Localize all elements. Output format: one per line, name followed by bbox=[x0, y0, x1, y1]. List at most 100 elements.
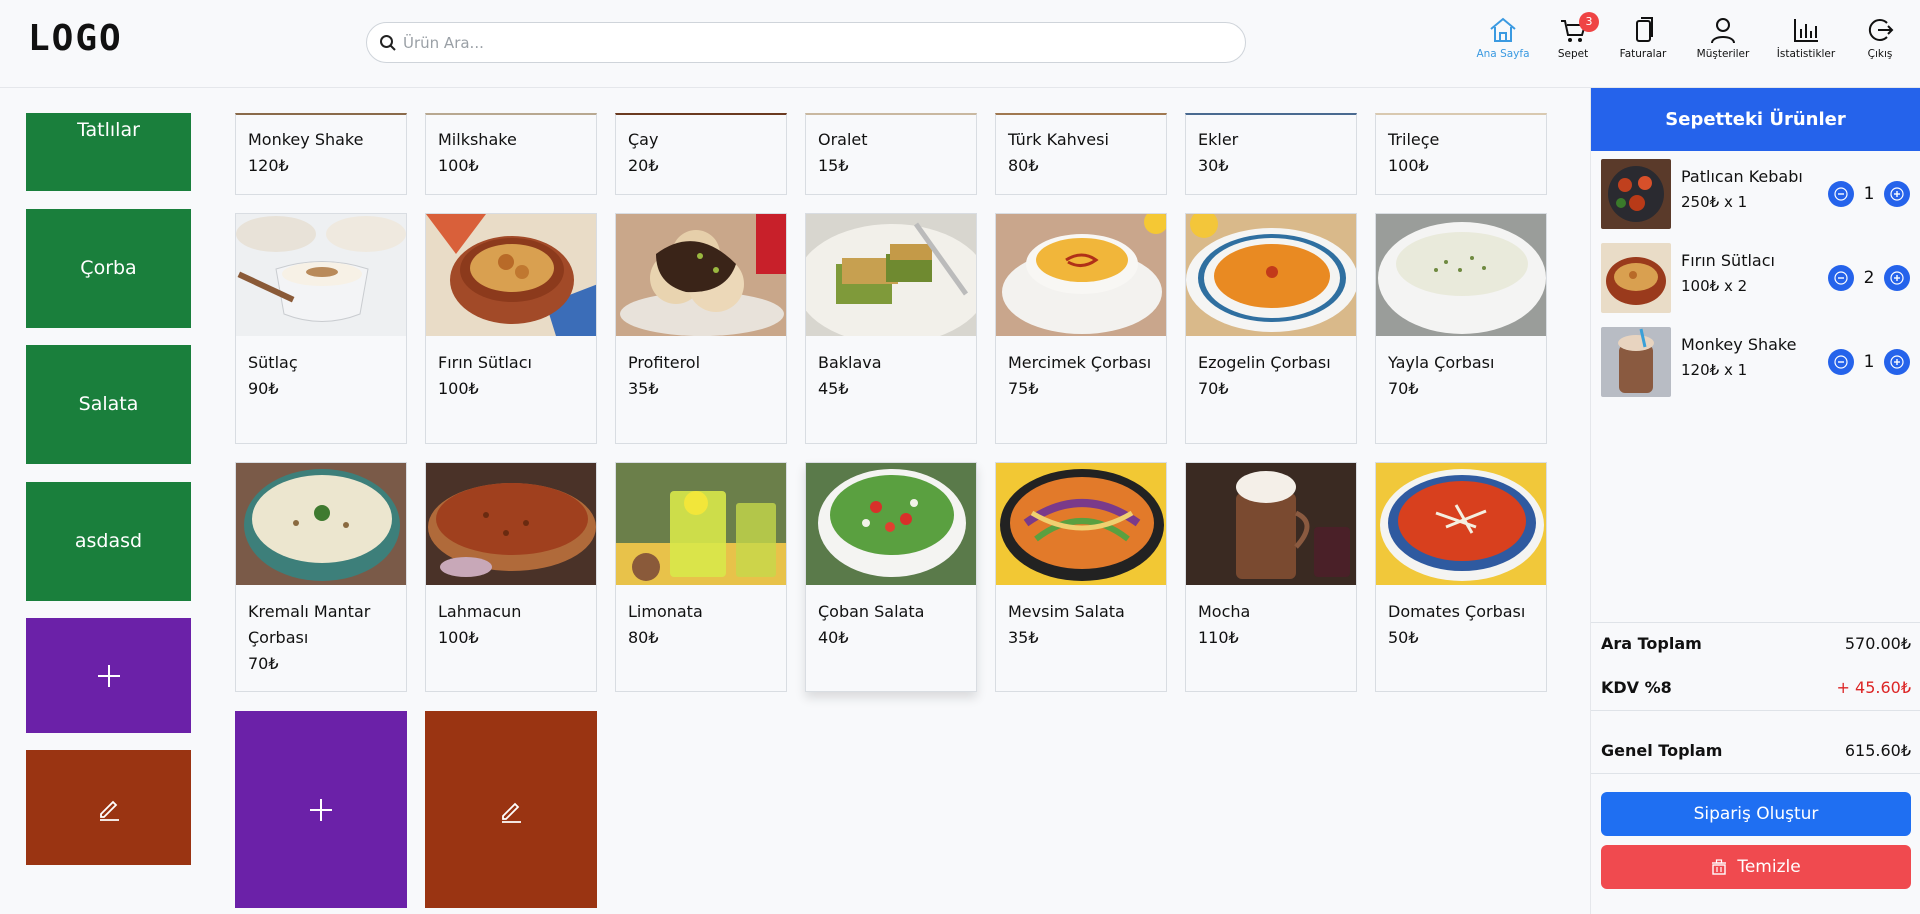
product-card[interactable]: Milkshake 100₺ bbox=[425, 113, 597, 195]
product-name: Mevsim Salata bbox=[1008, 602, 1125, 621]
product-card[interactable]: Mevsim Salata 35₺ bbox=[995, 462, 1167, 692]
product-price: 100₺ bbox=[438, 156, 479, 175]
subtotal-row: Ara Toplam 570.00₺ bbox=[1601, 634, 1911, 658]
product-card[interactable]: Çay 20₺ bbox=[615, 113, 787, 195]
nav-cart[interactable]: 3 Sepet bbox=[1533, 12, 1613, 60]
product-card[interactable]: Yayla Çorbası 70₺ bbox=[1375, 213, 1547, 444]
minus-icon bbox=[1834, 355, 1848, 369]
category-label: Salata bbox=[78, 393, 139, 415]
increase-qty-button[interactable] bbox=[1884, 181, 1910, 207]
product-name: Monkey Shake bbox=[248, 130, 364, 149]
subtotal-value: 570.00₺ bbox=[1844, 634, 1911, 653]
increase-qty-button[interactable] bbox=[1884, 349, 1910, 375]
nav-logout[interactable]: Çıkış bbox=[1840, 16, 1920, 60]
divider bbox=[1591, 710, 1920, 711]
product-price: 50₺ bbox=[1388, 628, 1419, 647]
product-name: Milkshake bbox=[438, 130, 517, 149]
trash-icon bbox=[1712, 859, 1727, 875]
product-card[interactable]: Türk Kahvesi 80₺ bbox=[995, 113, 1167, 195]
nav-statistics[interactable]: İstatistikler bbox=[1766, 16, 1846, 60]
product-name: Limonata bbox=[628, 602, 703, 621]
product-price: 15₺ bbox=[818, 156, 849, 175]
add-category-button[interactable] bbox=[26, 618, 191, 733]
edit-icon bbox=[99, 800, 119, 821]
product-image bbox=[236, 214, 406, 336]
cart-item-qty: 1 bbox=[1863, 184, 1875, 204]
subtotal-label: Ara Toplam bbox=[1601, 634, 1702, 653]
cart-item-detail: 120₺ x 1 bbox=[1681, 361, 1748, 379]
cart-panel: Sepetteki Ürünler Patlıcan Kebabı 250₺ x… bbox=[1590, 88, 1920, 914]
increase-qty-button[interactable] bbox=[1884, 265, 1910, 291]
create-order-label: Sipariş Oluştur bbox=[1693, 804, 1819, 824]
product-name: Ezogelin Çorbası bbox=[1198, 353, 1331, 372]
home-icon bbox=[1490, 17, 1516, 42]
nav-home[interactable]: Ana Sayfa bbox=[1463, 16, 1543, 60]
nav-invoices[interactable]: Faturalar bbox=[1603, 16, 1683, 60]
product-price: 70₺ bbox=[1388, 379, 1419, 398]
logo: LOGO bbox=[28, 18, 123, 59]
edit-category-button[interactable] bbox=[26, 750, 191, 865]
cart-item-qty: 2 bbox=[1863, 268, 1875, 288]
product-price: 40₺ bbox=[818, 628, 849, 647]
product-card[interactable]: Sütlaç 90₺ bbox=[235, 213, 407, 444]
product-card[interactable]: Mocha 110₺ bbox=[1185, 462, 1357, 692]
product-name: Çay bbox=[628, 130, 659, 149]
create-order-button[interactable]: Sipariş Oluştur bbox=[1601, 792, 1911, 836]
plus-icon bbox=[310, 798, 332, 821]
divider bbox=[1591, 622, 1920, 623]
product-card[interactable]: Ezogelin Çorbası 70₺ bbox=[1185, 213, 1357, 444]
cart-item-image bbox=[1601, 327, 1671, 397]
product-price: 30₺ bbox=[1198, 156, 1229, 175]
product-price: 20₺ bbox=[628, 156, 659, 175]
cart-item: Monkey Shake 120₺ x 1 1 bbox=[1601, 327, 1911, 399]
product-name: Domates Çorbası bbox=[1388, 602, 1526, 621]
cart-item-image bbox=[1601, 243, 1671, 313]
product-name: Mercimek Çorbası bbox=[1008, 353, 1152, 372]
product-card[interactable]: Mercimek Çorbası 75₺ bbox=[995, 213, 1167, 444]
product-card[interactable]: Profiterol 35₺ bbox=[615, 213, 787, 444]
tax-row: KDV %8 + 45.60₺ bbox=[1601, 678, 1911, 702]
tax-label: KDV %8 bbox=[1601, 678, 1672, 697]
edit-icon bbox=[502, 802, 521, 823]
product-card[interactable]: Limonata 80₺ bbox=[615, 462, 787, 692]
product-card[interactable]: Domates Çorbası 50₺ bbox=[1375, 462, 1547, 692]
minus-icon bbox=[1834, 271, 1848, 285]
product-image bbox=[806, 463, 976, 585]
search-input[interactable] bbox=[403, 31, 1223, 55]
decrease-qty-button[interactable] bbox=[1828, 181, 1854, 207]
product-name: Mocha bbox=[1198, 602, 1251, 621]
nav-customers-label: Müşteriler bbox=[1696, 48, 1750, 60]
add-product-button[interactable] bbox=[235, 711, 407, 908]
product-card[interactable]: Ekler 30₺ bbox=[1185, 113, 1357, 195]
cart-badge: 3 bbox=[1579, 12, 1599, 32]
product-name: Trileçe bbox=[1388, 130, 1440, 149]
product-card[interactable]: Fırın Sütlacı 100₺ bbox=[425, 213, 597, 444]
product-card[interactable]: Kremalı Mantar Çorbası 70₺ bbox=[235, 462, 407, 692]
nav-home-label: Ana Sayfa bbox=[1476, 48, 1530, 60]
product-card[interactable]: Çoban Salata 40₺ bbox=[805, 462, 977, 692]
search-icon bbox=[380, 35, 396, 51]
product-card[interactable]: Trileçe 100₺ bbox=[1375, 113, 1547, 195]
plus-icon bbox=[1890, 271, 1904, 285]
product-card[interactable]: Monkey Shake 120₺ bbox=[235, 113, 407, 195]
plus-icon bbox=[1890, 355, 1904, 369]
product-price: 75₺ bbox=[1008, 379, 1039, 398]
product-name: Lahmacun bbox=[438, 602, 522, 621]
total-label: Genel Toplam bbox=[1601, 741, 1723, 760]
decrease-qty-button[interactable] bbox=[1828, 265, 1854, 291]
category-label: Tatlılar bbox=[77, 119, 140, 141]
category-asdasd[interactable]: asdasd bbox=[26, 482, 191, 601]
product-card[interactable]: Lahmacun 100₺ bbox=[425, 462, 597, 692]
category-tatlilar[interactable]: Tatlılar bbox=[26, 113, 191, 191]
clear-cart-button[interactable]: Temizle bbox=[1601, 845, 1911, 889]
category-salata[interactable]: Salata bbox=[26, 345, 191, 464]
edit-product-button[interactable] bbox=[425, 711, 597, 908]
search-bar[interactable] bbox=[366, 22, 1246, 63]
nav-logout-label: Çıkış bbox=[1867, 48, 1893, 60]
cart-title: Sepetteki Ürünler bbox=[1591, 88, 1920, 151]
product-card[interactable]: Oralet 15₺ bbox=[805, 113, 977, 195]
category-corba[interactable]: Çorba bbox=[26, 209, 191, 328]
decrease-qty-button[interactable] bbox=[1828, 349, 1854, 375]
product-card[interactable]: Baklava 45₺ bbox=[805, 213, 977, 444]
nav-customers[interactable]: Müşteriler bbox=[1683, 16, 1763, 60]
